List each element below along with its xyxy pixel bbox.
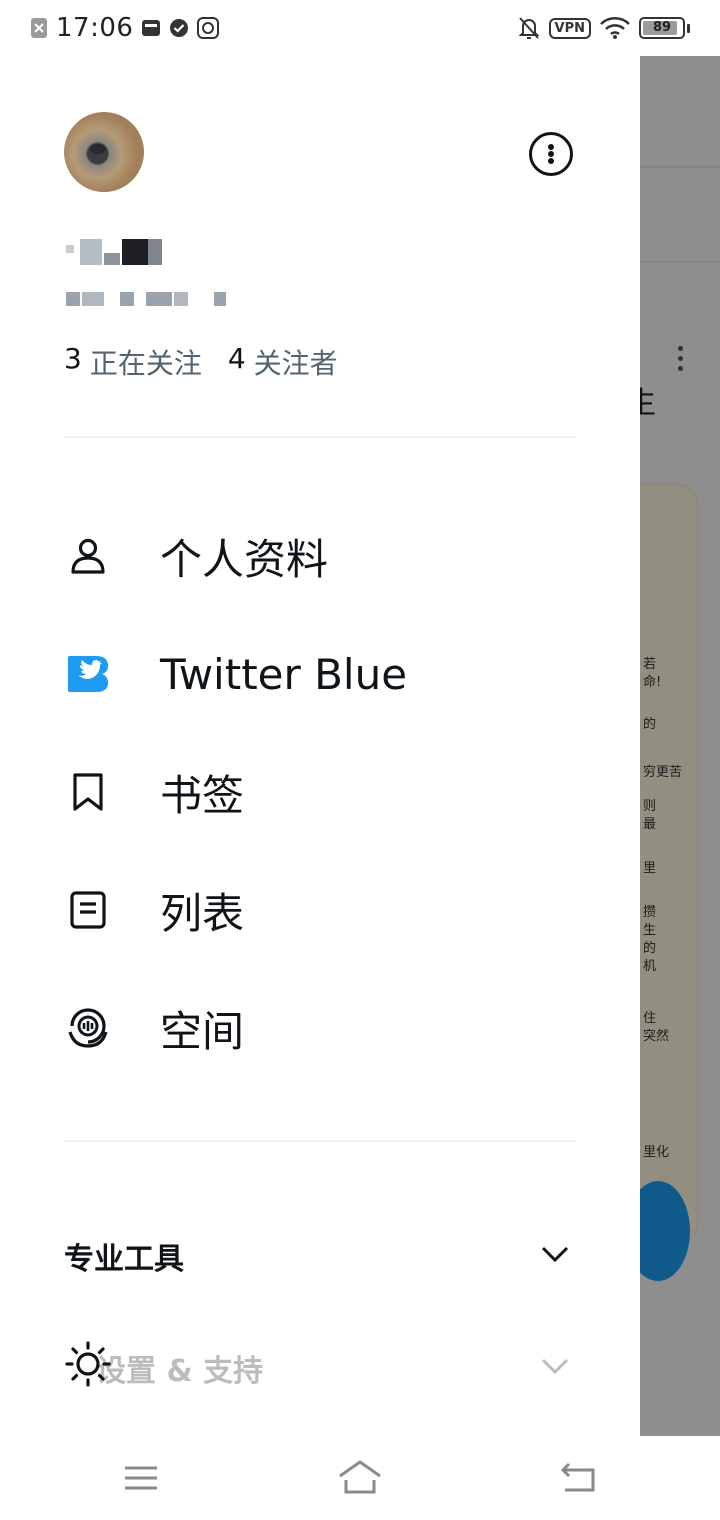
chevron-down-icon xyxy=(541,1246,569,1263)
vpn-indicator: VPN xyxy=(548,17,591,39)
home-icon[interactable] xyxy=(336,1456,384,1500)
menu-icon[interactable] xyxy=(117,1456,165,1500)
following-label[interactable]: 正在关注 xyxy=(90,342,202,382)
system-nav-bar xyxy=(0,1436,720,1520)
check-circle-icon xyxy=(170,19,189,37)
divider xyxy=(64,436,576,438)
status-bar: 17:06 VPN 89 xyxy=(0,0,720,56)
menu-label: 个人资料 xyxy=(160,534,329,584)
chevron-down-icon xyxy=(541,1358,569,1375)
menu-label: 空间 xyxy=(160,1006,245,1056)
menu-label: Twitter Blue xyxy=(160,649,408,699)
notifications-off-icon xyxy=(518,17,539,39)
avatar[interactable] xyxy=(64,112,144,192)
display-name-redacted xyxy=(66,239,166,265)
sync-icon xyxy=(197,17,220,39)
section-label: 专业工具 xyxy=(64,1242,184,1277)
menu-item-profile[interactable]: 个人资料 xyxy=(0,506,640,606)
menu-item-spaces[interactable]: 空间 xyxy=(0,978,640,1078)
bookmark-icon xyxy=(64,768,112,816)
status-bar-left: 17:06 xyxy=(30,10,220,46)
drawer-scrim[interactable] xyxy=(640,56,720,1436)
followers-label[interactable]: 关注者 xyxy=(254,342,338,382)
menu-label: 书签 xyxy=(160,770,245,820)
sd-card-icon xyxy=(142,20,161,36)
sim-off-icon xyxy=(31,18,47,38)
display-mode-icon[interactable] xyxy=(64,1340,112,1388)
battery-level: 89 xyxy=(652,20,672,35)
more-options-button[interactable] xyxy=(529,132,573,176)
profile-icon xyxy=(64,532,112,580)
list-icon xyxy=(64,886,112,934)
section-settings-support[interactable]: 设置 & 支持 xyxy=(0,1326,640,1406)
navigation-drawer: 3 正在关注 4 关注者 个人资料 Twitter Blue 书签 列表 空间 … xyxy=(0,56,640,1436)
status-bar-right: VPN 89 xyxy=(517,12,690,44)
spaces-icon xyxy=(64,1004,112,1052)
divider xyxy=(64,1140,576,1142)
menu-item-twitter-blue[interactable]: Twitter Blue xyxy=(0,624,640,724)
twitter-blue-icon xyxy=(64,650,112,698)
section-professional-tools[interactable]: 专业工具 xyxy=(0,1214,640,1294)
wifi-icon xyxy=(600,17,630,39)
section-label: 设置 & 支持 xyxy=(96,1354,264,1389)
menu-item-bookmarks[interactable]: 书签 xyxy=(0,742,640,842)
following-count[interactable]: 3 xyxy=(64,342,82,382)
handle-redacted xyxy=(66,292,226,306)
menu-label: 列表 xyxy=(160,888,245,938)
follow-stats: 3 正在关注 4 关注者 xyxy=(64,342,338,382)
menu-item-lists[interactable]: 列表 xyxy=(0,860,640,960)
battery-indicator: 89 xyxy=(639,17,690,39)
back-icon[interactable] xyxy=(555,1456,603,1500)
followers-count[interactable]: 4 xyxy=(228,342,246,382)
clock: 17:06 xyxy=(56,13,134,43)
